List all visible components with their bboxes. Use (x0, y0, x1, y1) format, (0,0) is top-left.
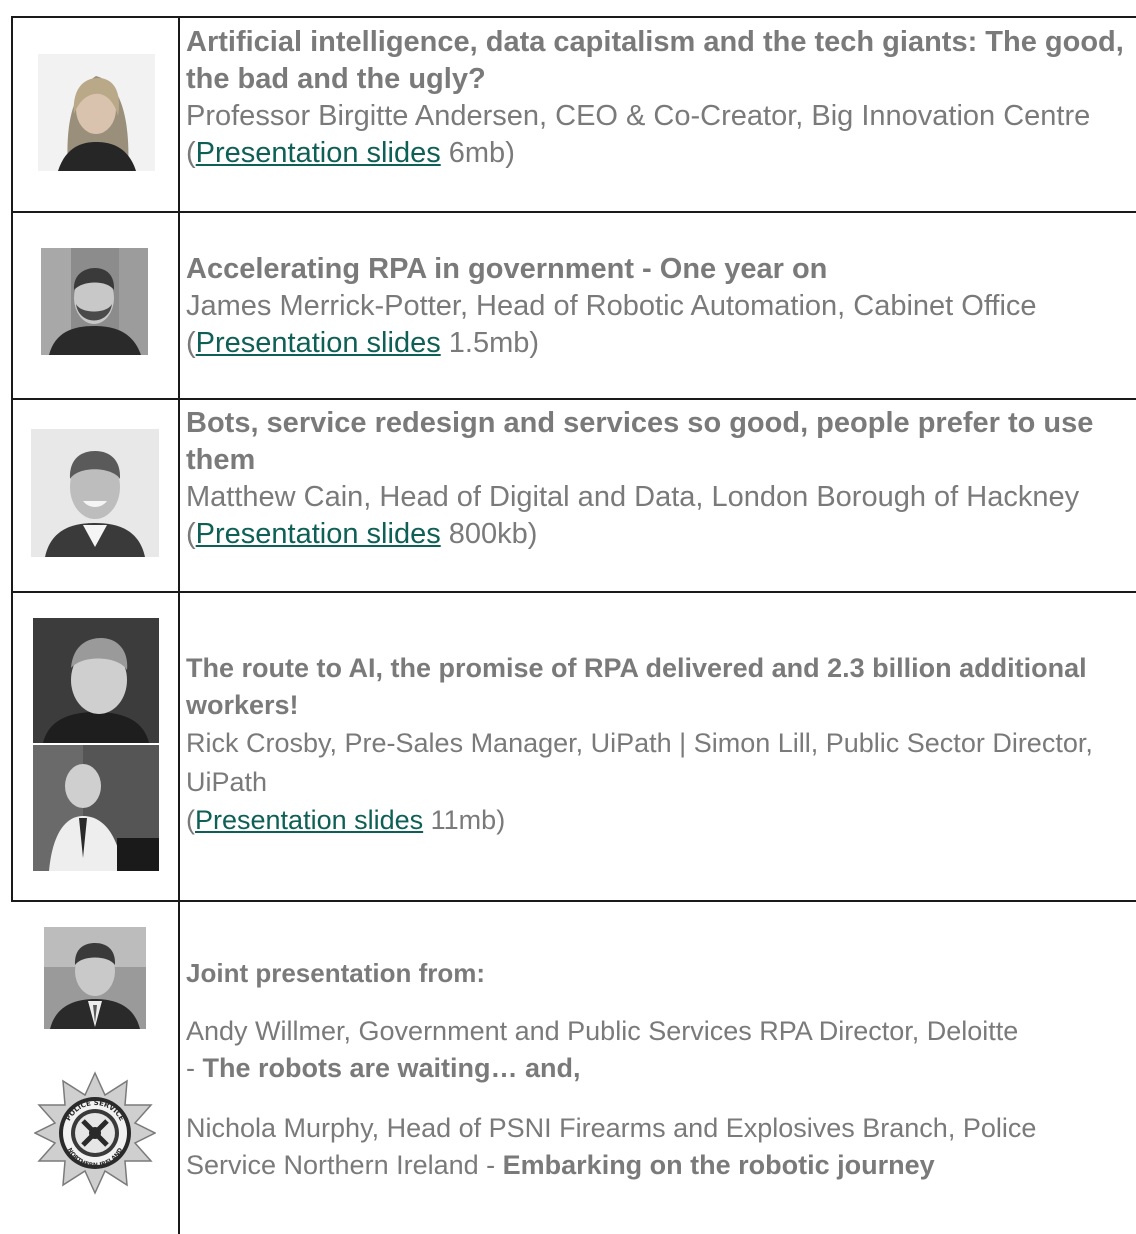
presentation-slides-link[interactable]: Presentation slides (196, 518, 441, 550)
session-title: Artificial intelligence, data capitalism… (186, 26, 1124, 95)
file-size: 800kb (448, 518, 528, 550)
presentation-slides-link[interactable]: Presentation slides (196, 327, 441, 359)
portrait-man-smiling-photo (31, 429, 159, 557)
session-row-4: The route to AI, the promise of RPA deli… (186, 650, 1131, 839)
presentation-slides-link[interactable]: Presentation slides (195, 805, 423, 835)
slides-line: (Presentation slides 6mb) (186, 137, 515, 169)
talk-b: Embarking on the robotic journey (502, 1150, 935, 1180)
speaker-b-line: Nichola Murphy, Head of PSNI Firearms an… (186, 1113, 1037, 1180)
session-row-3: Bots, service redesign and services so g… (186, 405, 1131, 553)
file-size: 6mb (448, 137, 506, 169)
joint-intro: Joint presentation from: (186, 958, 486, 988)
session-row-1: Artificial intelligence, data capitalism… (186, 24, 1131, 172)
portrait-two-men-photo (33, 618, 159, 871)
row-divider (11, 591, 1136, 593)
portrait-bearded-man-photo (41, 248, 148, 355)
slides-line: (Presentation slides 1.5mb) (186, 327, 540, 359)
row-divider (11, 211, 1136, 213)
slides-line: (Presentation slides 800kb) (186, 518, 538, 550)
speaker-a: Andy Willmer, Government and Public Serv… (186, 1016, 1019, 1046)
session-title: Accelerating RPA in government - One yea… (186, 253, 828, 285)
row-divider (11, 398, 1136, 400)
presentation-slides-link[interactable]: Presentation slides (196, 137, 441, 169)
table-column-divider (178, 16, 180, 1234)
speaker-a-line: Andy Willmer, Government and Public Serv… (186, 1016, 1019, 1083)
speaker-line: Matthew Cain, Head of Digital and Data, … (186, 481, 1080, 513)
speaker-line: Professor Birgitte Andersen, CEO & Co-Cr… (186, 100, 1091, 132)
speaker-line: James Merrick-Potter, Head of Robotic Au… (186, 290, 1037, 322)
portrait-man-suit-photo (44, 927, 146, 1029)
speaker-line: Rick Crosby, Pre-Sales Manager, UiPath |… (186, 728, 1093, 797)
row-divider (11, 900, 1136, 902)
talk-a: The robots are waiting… and, (202, 1053, 581, 1083)
file-size: 11mb (430, 805, 497, 835)
file-size: 1.5mb (448, 327, 530, 359)
session-title: Bots, service redesign and services so g… (186, 407, 1094, 476)
police-service-northern-ireland-badge: POLICE SERVICE NORTHERN IRELAND (34, 1071, 156, 1195)
portrait-woman-photo (38, 54, 155, 171)
table-border-left (11, 16, 13, 900)
session-row-5: Joint presentation from: Andy Willmer, G… (186, 955, 1131, 1184)
table-border-top (11, 16, 1136, 18)
session-row-2: Accelerating RPA in government - One yea… (186, 251, 1131, 362)
slides-line: (Presentation slides 11mb) (186, 805, 506, 835)
session-title: The route to AI, the promise of RPA deli… (186, 653, 1087, 720)
